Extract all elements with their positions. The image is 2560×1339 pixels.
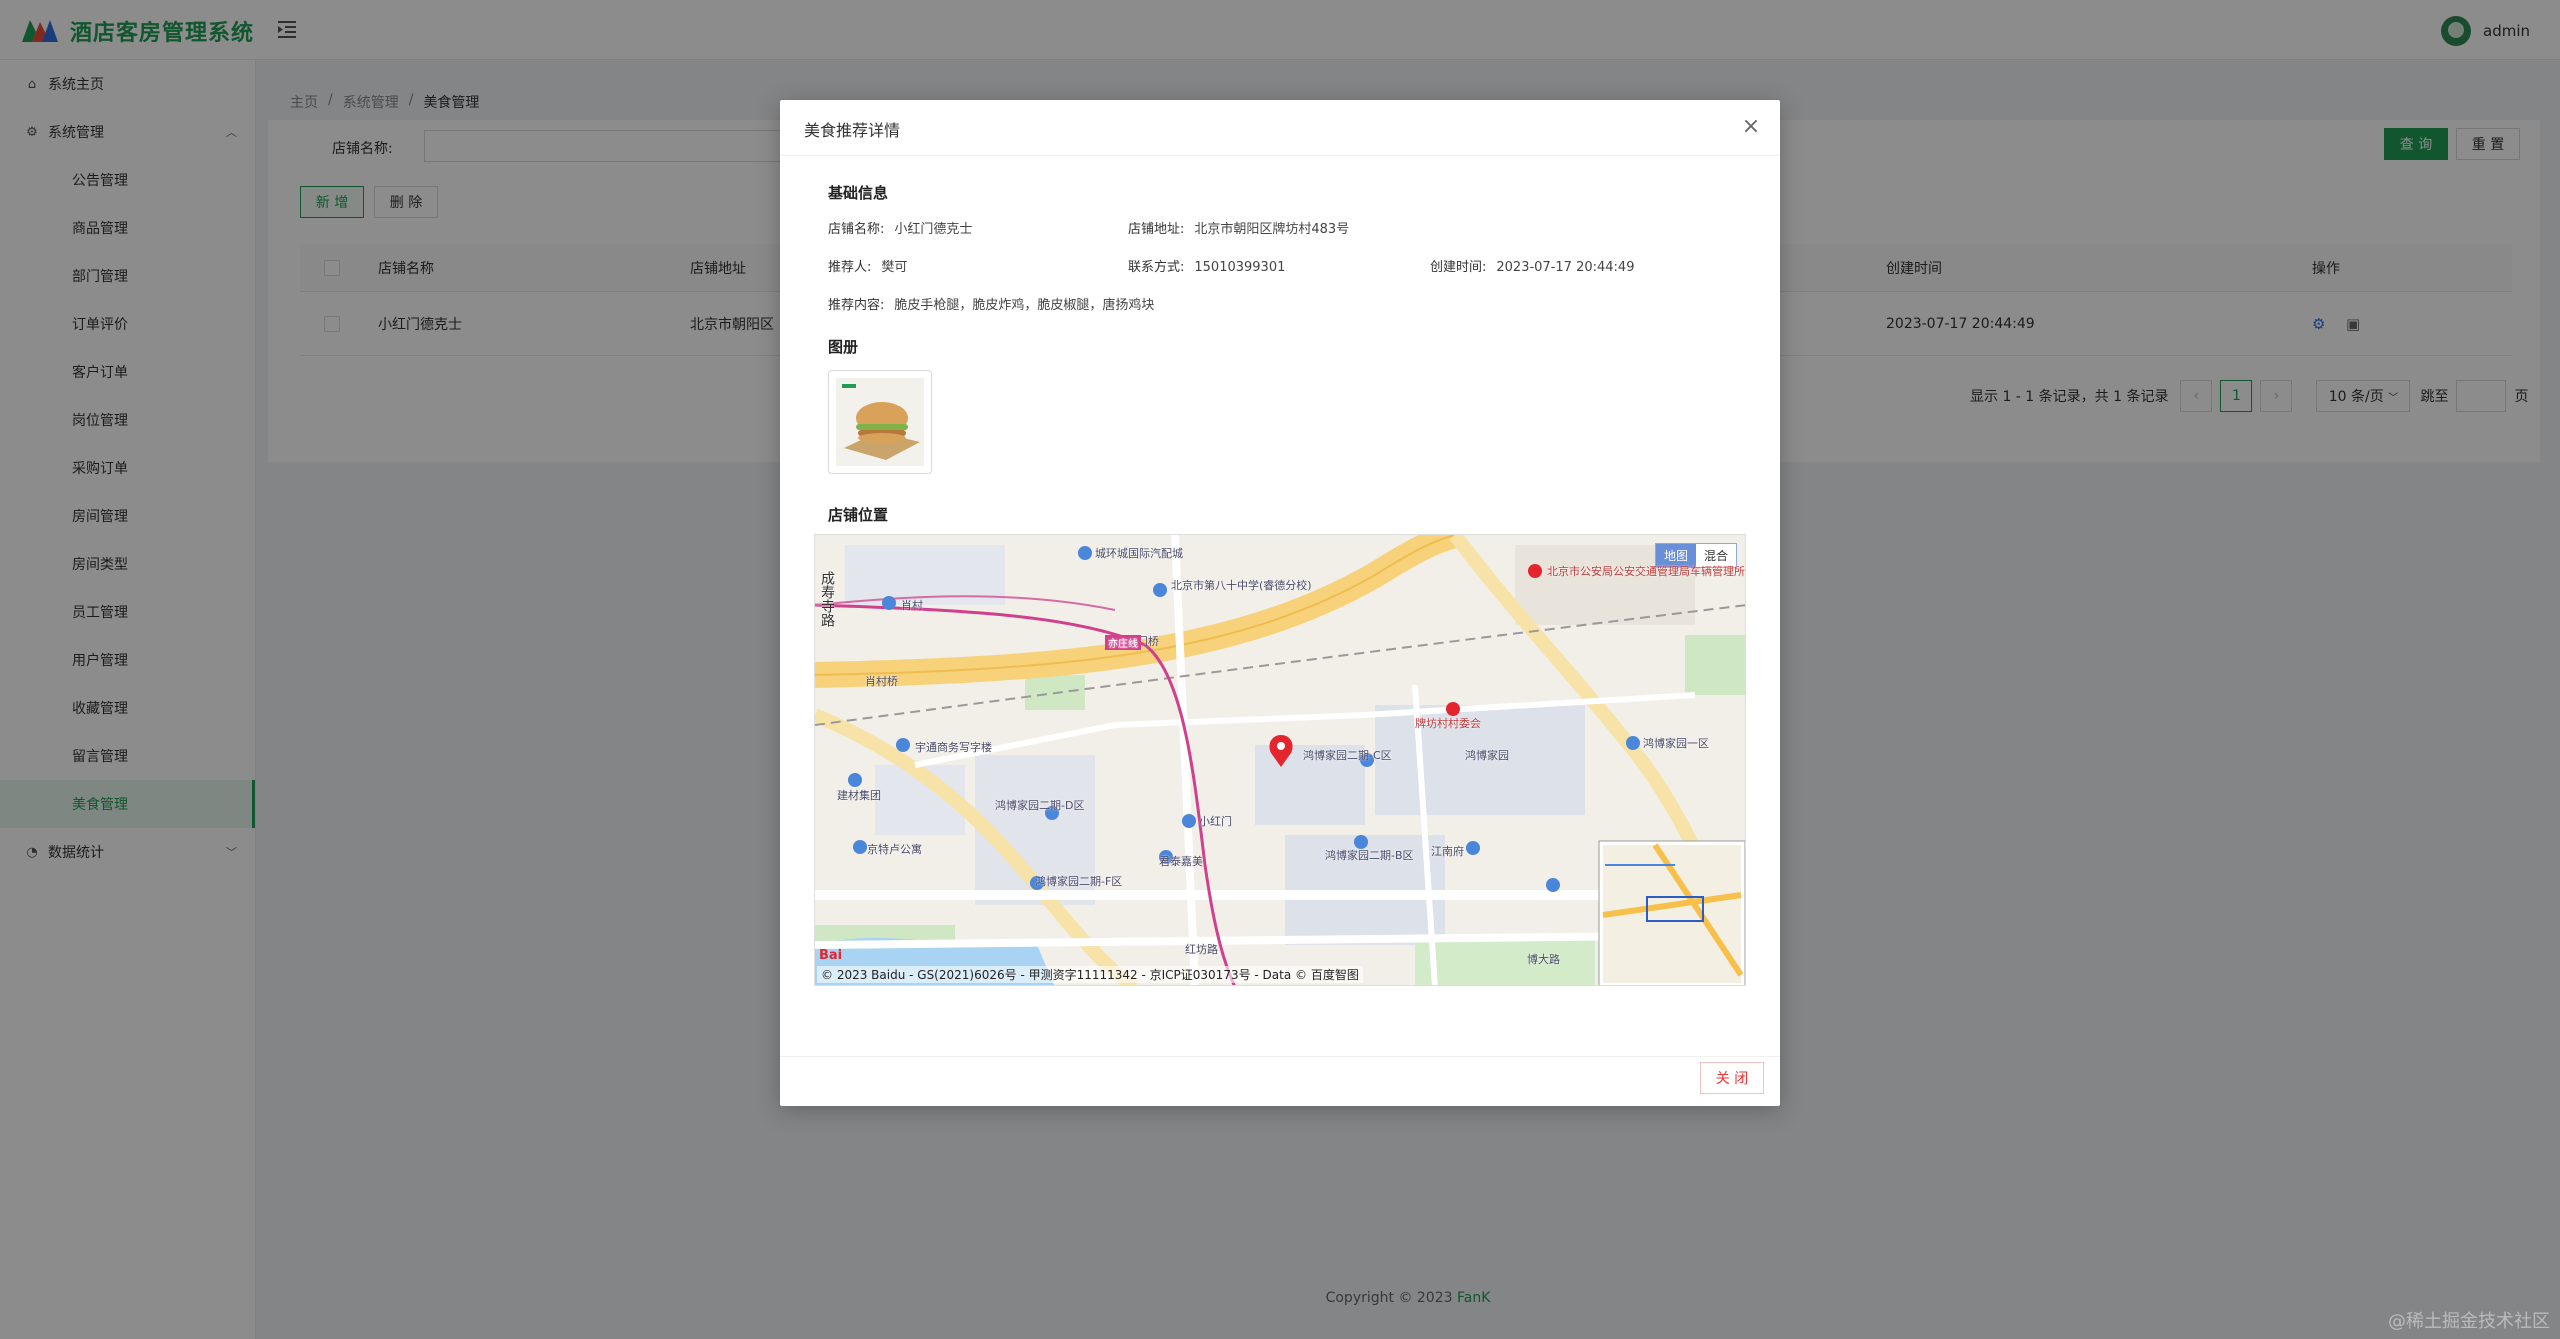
- map-label: 城环城国际汽配城: [1095, 547, 1183, 560]
- map-label: 君泰嘉美: [1159, 855, 1203, 868]
- field-value: 2023-07-17 20:44:49: [1496, 260, 1635, 275]
- field-value: 15010399301: [1194, 260, 1286, 275]
- field-label: 推荐内容:: [828, 298, 885, 313]
- map-label: 肖村: [901, 599, 923, 612]
- map-label: 红坊路: [1185, 943, 1218, 956]
- close-button[interactable]: 关 闭: [1700, 1062, 1764, 1094]
- album-title: 图册: [828, 338, 859, 356]
- map-label: 成寿寺路: [819, 571, 835, 627]
- field-label: 店铺地址:: [1128, 222, 1185, 237]
- map-label: 宇通商务写字楼: [915, 741, 992, 754]
- map-label: 鸿博家园二期-C区: [1303, 749, 1392, 762]
- field-value: 脆皮手枪腿，脆皮炸鸡，脆皮椒腿，唐扬鸡块: [894, 298, 1155, 313]
- modal-footer-divider: [780, 1056, 1780, 1057]
- map-label: 北京市第八十中学(睿德分校): [1171, 579, 1312, 592]
- map-label: 北京市公安局公安交通管理局车辆管理所: [1547, 565, 1745, 578]
- shop-location-map[interactable]: 地图 混合 城环城国际汽配城 北京市第八十中学(睿德分校) 北京市公安局公安交通管理…: [814, 534, 1746, 986]
- watermark: @稀土掘金技术社区: [2388, 1311, 2550, 1332]
- map-label: 肖村桥: [865, 675, 898, 688]
- field-shop-name: 店铺名称: 小红门德克士: [828, 218, 972, 237]
- map-attribution: © 2023 Baidu - GS(2021)6026号 - 甲测资字11111…: [817, 966, 1363, 983]
- field-recommender: 推荐人: 樊可: [828, 256, 907, 275]
- map-label: 亦庄线: [1105, 635, 1141, 650]
- field-label: 联系方式:: [1128, 260, 1185, 275]
- map-label: 小红门: [1199, 815, 1232, 828]
- modal-header: 美食推荐详情 ×: [780, 100, 1780, 156]
- map-label: 建材集团: [837, 789, 881, 802]
- map-label: 牌坊村村委会: [1415, 717, 1481, 730]
- location-title: 店铺位置: [828, 506, 889, 524]
- map-label: 鸿博家园二期-B区: [1325, 849, 1414, 862]
- field-content: 推荐内容: 脆皮手枪腿，脆皮炸鸡，脆皮椒腿，唐扬鸡块: [828, 294, 1154, 313]
- field-value: 北京市朝阳区牌坊村483号: [1194, 222, 1350, 237]
- field-label: 创建时间:: [1430, 260, 1487, 275]
- map-label: 鸿博家园一区: [1643, 737, 1709, 750]
- map-label: 鸿博家园: [1465, 749, 1509, 762]
- field-created: 创建时间: 2023-07-17 20:44:49: [1430, 256, 1634, 275]
- burger-image: [836, 378, 924, 466]
- map-label: 博大路: [1527, 953, 1560, 966]
- field-address: 店铺地址: 北京市朝阳区牌坊村483号: [1128, 218, 1349, 237]
- map-label: 京特卢公寓: [867, 843, 922, 856]
- burger-icon: [836, 378, 924, 466]
- food-detail-modal: 美食推荐详情 × 基础信息 店铺名称: 小红门德克士 店铺地址: 北京市朝阳区牌坊村…: [780, 100, 1780, 1106]
- baidu-logo: Bai: [819, 948, 843, 963]
- field-value: 樊可: [881, 260, 908, 275]
- map-label: 江南府: [1431, 845, 1464, 858]
- field-label: 店铺名称:: [828, 222, 885, 237]
- basic-info-title: 基础信息: [828, 184, 889, 202]
- map-canvas: [815, 535, 1745, 985]
- close-icon[interactable]: ×: [1740, 116, 1762, 138]
- field-phone: 联系方式: 15010399301: [1128, 256, 1285, 275]
- food-photo[interactable]: [828, 370, 932, 474]
- map-label: 鸿博家园二期-F区: [1035, 875, 1123, 888]
- map-label: 鸿博家园二期-D区: [995, 799, 1085, 812]
- modal-title: 美食推荐详情: [804, 121, 901, 140]
- field-value: 小红门德克士: [894, 222, 973, 237]
- field-label: 推荐人:: [828, 260, 872, 275]
